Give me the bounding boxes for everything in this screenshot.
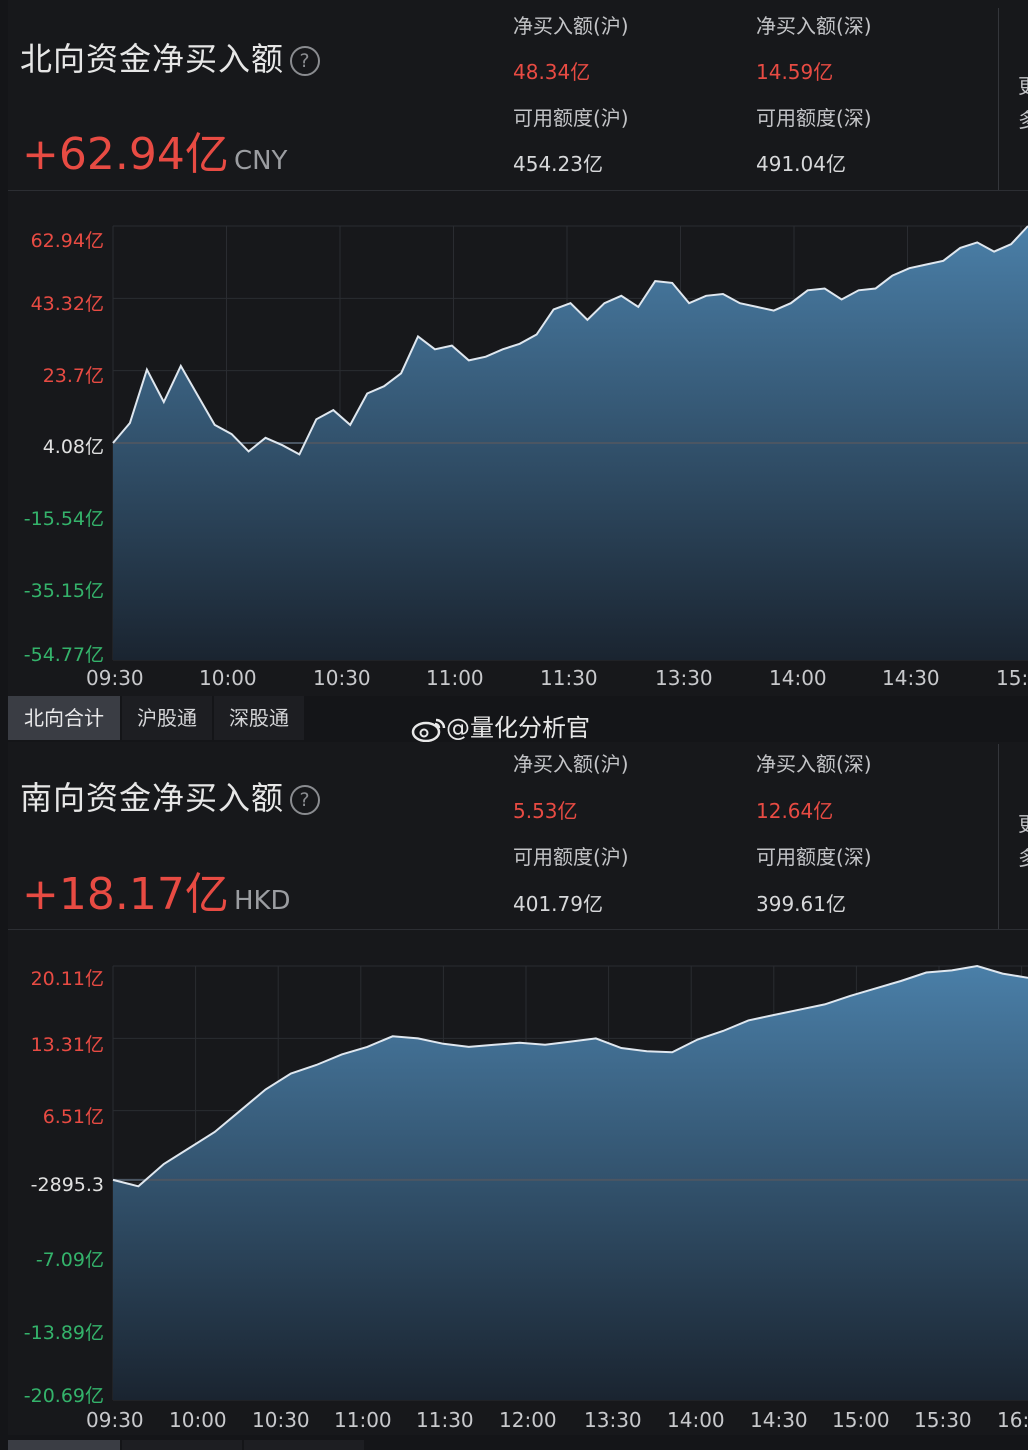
south-area-fill: [113, 966, 1028, 1400]
north-stat-value-sz: 14.59亿: [756, 60, 834, 84]
south-stat-value-sz: 12.64亿: [756, 799, 834, 823]
north-total-value: +62.94亿: [22, 129, 229, 180]
south-stat-label-sz: 净买入额(深): [756, 752, 872, 776]
south-x-tick-9: 15:00: [832, 1408, 890, 1432]
south-x-tick-2: 10:30: [252, 1408, 310, 1432]
north-quota-label-sz: 可用额度(深): [756, 106, 872, 130]
north-quota-value-sh: 454.23亿: [513, 152, 603, 176]
north-currency: CNY: [233, 146, 288, 176]
north-x-tick-7: 14:30: [882, 666, 940, 690]
south-x-tick-0: 09:30: [86, 1408, 144, 1432]
north-title-text: 北向资金净买入额: [20, 40, 285, 78]
north-y-tick-2: 23.7亿: [42, 365, 104, 387]
south-tab-strip-3[interactable]: [244, 1440, 364, 1450]
south-title-text: 南向资金净买入额: [20, 779, 285, 817]
north-y-tick-6: -54.77亿: [23, 644, 104, 666]
south-tab-active-strip[interactable]: [8, 1440, 120, 1450]
south-x-tick-6: 13:30: [584, 1408, 642, 1432]
north-more-link-1[interactable]: 更: [1018, 70, 1028, 99]
south-quota-label-sz: 可用额度(深): [756, 845, 872, 869]
north-y-tick-4: -15.54亿: [23, 508, 104, 530]
north-y-tick-5: -35.15亿: [23, 580, 104, 602]
south-y-tick-2: 6.51亿: [42, 1106, 104, 1128]
north-y-tick-0: 62.94亿: [30, 230, 104, 252]
south-y-tick-0: 20.11亿: [30, 968, 104, 990]
north-title: 北向资金净买入额?: [20, 34, 321, 80]
south-title: 南向资金净买入额?: [20, 773, 321, 819]
north-x-tick-6: 14:00: [769, 666, 827, 690]
south-y-tick-3: -2895.3: [30, 1174, 104, 1196]
south-quota-value-sh: 401.79亿: [513, 892, 603, 916]
north-stat-label-sz: 净买入额(深): [756, 14, 872, 38]
south-tab-strip-2[interactable]: [122, 1440, 242, 1450]
south-x-tick-7: 14:00: [667, 1408, 725, 1432]
north-stat-label-sh: 净买入额(沪): [513, 14, 629, 38]
south-header-divider: [998, 744, 999, 929]
tab-shanghai-connect[interactable]: 沪股通: [122, 696, 212, 740]
south-quota-label-sh: 可用额度(沪): [513, 845, 629, 869]
south-y-tick-5: -13.89亿: [23, 1322, 104, 1344]
north-stat-value-sh: 48.34亿: [513, 60, 591, 84]
south-more-link-1[interactable]: 更: [1018, 808, 1028, 837]
tab-north-total[interactable]: 北向合计: [8, 696, 120, 740]
south-tab-bar: [8, 1436, 1028, 1450]
question-circle-icon[interactable]: ?: [290, 785, 321, 815]
south-more-link-2[interactable]: 多: [1018, 842, 1028, 871]
north-quota-label-sh: 可用额度(沪): [513, 106, 629, 130]
south-y-tick-6: -20.69亿: [23, 1385, 104, 1407]
question-circle-icon[interactable]: ?: [290, 46, 321, 76]
south-quota-value-sz: 399.61亿: [756, 892, 846, 916]
south-total-value: +18.17亿: [22, 869, 229, 920]
north-more-link-2[interactable]: 多: [1018, 104, 1028, 133]
north-header-divider: [998, 8, 999, 190]
north-total: +62.94亿 CNY: [22, 118, 287, 182]
north-x-tick-1: 10:00: [199, 666, 257, 690]
south-total: +18.17亿 HKD: [22, 858, 291, 922]
north-chart[interactable]: [112, 225, 1028, 661]
south-stat-label-sh: 净买入额(沪): [513, 752, 629, 776]
north-x-tick-4: 11:30: [540, 666, 598, 690]
south-y-tick-4: -7.09亿: [35, 1249, 104, 1271]
north-x-tick-8: 15:00: [996, 666, 1028, 690]
watermark-text: @量化分析官: [446, 714, 590, 742]
south-x-tick-11: 16:00: [997, 1408, 1028, 1432]
south-currency: HKD: [233, 886, 291, 916]
weibo-icon: [411, 718, 446, 743]
south-y-tick-1: 13.31亿: [30, 1034, 104, 1056]
north-x-tick-3: 11:00: [426, 666, 484, 690]
tab-shenzhen-connect[interactable]: 深股通: [214, 696, 304, 740]
south-x-tick-1: 10:00: [169, 1408, 227, 1432]
watermark: @量化分析官: [411, 708, 590, 743]
south-x-tick-4: 11:30: [416, 1408, 474, 1432]
south-x-tick-10: 15:30: [914, 1408, 972, 1432]
south-x-tick-5: 12:00: [499, 1408, 557, 1432]
north-x-tick-5: 13:30: [655, 666, 713, 690]
south-chart[interactable]: [112, 964, 1028, 1401]
south-x-tick-8: 14:30: [750, 1408, 808, 1432]
north-quota-value-sz: 491.04亿: [756, 152, 846, 176]
south-stat-value-sh: 5.53亿: [513, 799, 578, 823]
north-y-tick-1: 43.32亿: [30, 293, 104, 315]
north-x-tick-0: 09:30: [86, 666, 144, 690]
north-x-tick-2: 10:30: [313, 666, 371, 690]
south-x-tick-3: 11:00: [334, 1408, 392, 1432]
north-y-tick-3: 4.08亿: [42, 436, 104, 458]
